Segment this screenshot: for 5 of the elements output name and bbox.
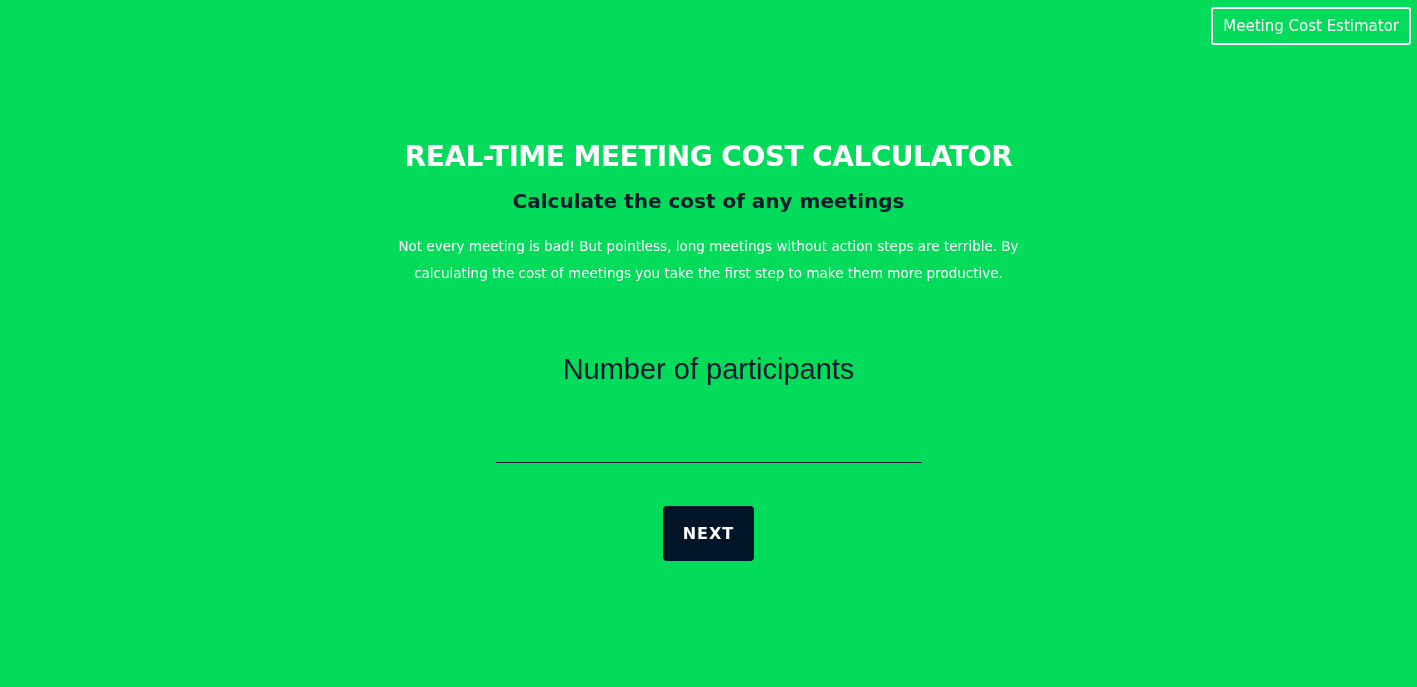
page-subtitle: Calculate the cost of any meetings (512, 189, 905, 213)
intro-paragraph: Not every meeting is bad! But pointless, long meetings without action steps are terrible. By calculating the cost of meetings you take the first step to make them more productive. (397, 237, 1020, 283)
page-title: REAL-TIME MEETING COST CALCULATOR (404, 140, 1013, 173)
next-button[interactable]: NEXT (662, 506, 755, 561)
question-label: Number of participants (562, 353, 855, 386)
